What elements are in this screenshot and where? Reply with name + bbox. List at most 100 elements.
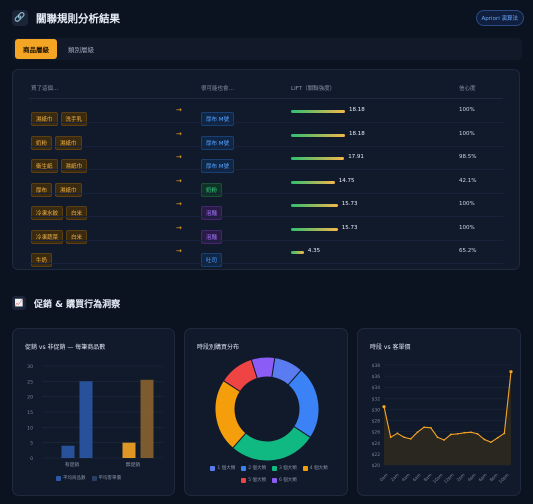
- y-tick-label: $34: [372, 385, 381, 391]
- data-point[interactable]: [456, 432, 459, 435]
- y-tick-label: $22: [372, 452, 381, 458]
- table-row[interactable]: 厚布 濕紙巾 → 奶粉 14.75 42.1%: [13, 172, 519, 197]
- lift-value: 18.18: [349, 130, 365, 137]
- y-tick-label: 25: [27, 379, 33, 385]
- data-point[interactable]: [429, 426, 432, 429]
- legend-item[interactable]: 平均商品數: [56, 475, 86, 481]
- y-tick-label: $38: [372, 363, 381, 369]
- table-row[interactable]: 牛奶 → 吐司 4.35 65.2%: [13, 242, 519, 267]
- data-point[interactable]: [449, 433, 452, 436]
- antecedent-chip: 牛奶: [31, 253, 53, 267]
- section-header: 📈 促銷 & 購買行為洞察: [12, 296, 120, 310]
- data-point[interactable]: [483, 438, 486, 441]
- x-tick-label: 2pm: [456, 472, 466, 482]
- link-icon: 🔗: [12, 10, 28, 26]
- col-lift: LIFT（關聯強度）: [291, 86, 336, 92]
- x-tick-label: 4am: [401, 472, 411, 482]
- data-point[interactable]: [382, 405, 386, 409]
- lift-bar: [291, 227, 338, 231]
- table-row[interactable]: 奶粉 濕紙巾 → 厚布 M號 18.18 100%: [13, 125, 519, 150]
- arrow-right-icon: →: [176, 200, 182, 208]
- confidence-value: 42.1%: [459, 177, 477, 184]
- bar[interactable]: [61, 445, 75, 458]
- data-point[interactable]: [469, 431, 472, 434]
- arrow-right-icon: →: [176, 153, 182, 161]
- table-row[interactable]: 冷凍蔬菜 白米 → 泡麵 15.73 100%: [13, 219, 519, 244]
- x-tick-label: 0am: [379, 472, 389, 482]
- y-tick-label: 30: [27, 364, 33, 370]
- data-point[interactable]: [463, 431, 466, 434]
- y-tick-label: 10: [27, 425, 33, 431]
- data-point[interactable]: [389, 436, 392, 439]
- price-line-chart-card: 時段 vs 客單價 $20 $22 $24 $26 $28 $30 $32 $34 $36 $38…: [357, 328, 521, 496]
- x-tick-label: 有促銷: [65, 461, 80, 468]
- data-point[interactable]: [443, 439, 446, 441]
- data-point[interactable]: [423, 426, 426, 429]
- legend-item[interactable]: 3 個大類: [272, 465, 297, 471]
- data-point[interactable]: [396, 432, 399, 435]
- data-point[interactable]: [503, 432, 506, 435]
- algorithm-badge: Apriori 演算法: [475, 10, 524, 26]
- distribution-chart-card: 時段別購買分布 1 個大類 2 個大類 3 個大類 4 個大類 5 個大類 6 個大類: [184, 328, 348, 496]
- lift-value: 4.35: [307, 248, 321, 254]
- section-title: 促銷 & 購買行為洞察: [34, 299, 121, 310]
- page-header: 🔗 關聯規則分析結果 Apriori 演算法: [12, 8, 524, 28]
- legend-item[interactable]: 1 個大類: [210, 465, 235, 471]
- bar[interactable]: [122, 442, 136, 458]
- data-point[interactable]: [496, 436, 499, 439]
- lift-bar: [291, 133, 345, 137]
- bar[interactable]: [79, 381, 93, 458]
- y-tick-label: $26: [372, 430, 381, 436]
- data-point[interactable]: [416, 431, 419, 434]
- x-tick-label: 6am: [412, 472, 422, 482]
- data-point[interactable]: [409, 437, 412, 440]
- confidence-value: 65.2%: [459, 248, 477, 254]
- arrow-right-icon: →: [176, 247, 182, 255]
- data-point[interactable]: [509, 370, 513, 374]
- y-tick-label: 5: [30, 441, 33, 447]
- x-tick-label: 12pm: [443, 472, 455, 484]
- y-tick-label: 15: [27, 410, 33, 416]
- lift-value: 14.75: [338, 177, 355, 184]
- promo-chart-card: 促銷 vs 非促銷 — 每筆商品數 0 5 10 15 20 25 30 有促銷 無促銷 平均商…: [12, 328, 175, 496]
- tab-product-level[interactable]: 商品層級: [15, 39, 57, 59]
- col-antecedent: 買了這個…: [31, 86, 59, 92]
- rules-table: 買了這個… 很可能也會… LIFT（關聯強度） 信心度 濕紙巾 洗手乳 → 厚布 M號…: [12, 69, 520, 270]
- y-tick-label: $30: [372, 407, 381, 413]
- data-point[interactable]: [490, 441, 492, 444]
- col-confidence: 信心度: [459, 86, 476, 92]
- col-consequent: 很可能也會…: [201, 86, 235, 92]
- legend-item[interactable]: 6 個大類: [272, 477, 297, 483]
- x-tick-label: 2am: [390, 472, 400, 482]
- lift-bar: [291, 110, 345, 113]
- confidence-value: 100%: [459, 107, 475, 113]
- y-tick-label: 0: [30, 456, 33, 462]
- legend-item[interactable]: 5 個大類: [241, 477, 266, 483]
- x-tick-label: 10am: [432, 472, 444, 484]
- lift-bar: [291, 251, 304, 254]
- consequent-chip: 吐司: [201, 253, 223, 267]
- data-point[interactable]: [476, 432, 479, 435]
- table-row[interactable]: 冷凍水餃 白米 → 泡麵 15.73 100%: [13, 195, 519, 220]
- confidence-value: 100%: [459, 224, 475, 231]
- bar[interactable]: [140, 379, 154, 458]
- x-tick-label: 10pm: [498, 472, 510, 484]
- tab-category-level[interactable]: 類別層級: [60, 39, 102, 59]
- lift-bar: [291, 204, 338, 207]
- legend-item[interactable]: 2 個大類: [241, 465, 266, 471]
- table-row[interactable]: 濕紙巾 洗手乳 → 厚布 M號 18.18 100%: [13, 101, 519, 126]
- data-point[interactable]: [403, 436, 405, 439]
- lift-value: 15.73: [341, 224, 358, 231]
- chart-icon: 📈: [12, 296, 26, 310]
- x-tick-label: 4pm: [467, 472, 477, 482]
- table-row[interactable]: 衛生紙 濕紙巾 → 厚布 M號 17.91 98.5%: [13, 148, 519, 173]
- data-point[interactable]: [436, 436, 439, 439]
- legend-item[interactable]: 4 個大類: [302, 465, 328, 471]
- y-tick-label: $36: [372, 374, 381, 380]
- x-tick-label: 6pm: [478, 472, 488, 482]
- y-tick-label: 20: [27, 395, 33, 401]
- legend-item[interactable]: 平均客單價: [91, 475, 121, 481]
- lift-value: 18.18: [349, 107, 365, 113]
- y-tick-label: $32: [372, 396, 381, 402]
- confidence-value: 100%: [459, 130, 475, 137]
